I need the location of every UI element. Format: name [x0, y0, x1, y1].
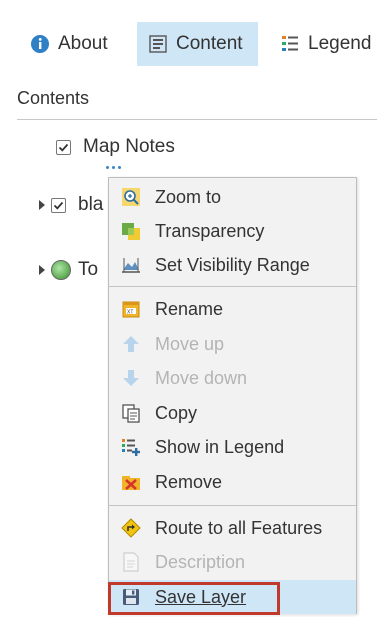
layer-label: bla — [78, 194, 104, 215]
arrow-down-icon — [121, 368, 141, 388]
menu-item-label: Rename — [155, 298, 224, 319]
menu-item-label: Route to all Features — [155, 517, 323, 538]
transparency-icon — [121, 221, 141, 241]
legend-icon — [280, 34, 300, 54]
menu-item-label: Move down — [155, 367, 248, 388]
svg-text:XT: XT — [127, 310, 133, 316]
contents-heading: Contents — [17, 88, 90, 108]
info-icon — [30, 34, 50, 54]
menu-item-label: Show in Legend — [155, 436, 285, 457]
menu-item-move-up[interactable]: Move up — [109, 327, 356, 361]
menu-item-show-in-legend[interactable]: Show in Legend — [109, 430, 356, 464]
tab-content[interactable]: Content — [137, 22, 258, 66]
layer-context-menu: Zoom to Transparency Set Visibility Rang… — [108, 177, 357, 614]
globe-icon — [51, 260, 71, 280]
menu-item-label: Set Visibility Range — [155, 254, 310, 275]
layer-checkbox[interactable] — [56, 139, 71, 155]
menu-separator — [109, 505, 356, 506]
more-options-icon[interactable] — [106, 166, 121, 169]
menu-separator — [109, 286, 356, 287]
tab-legend[interactable]: Legend — [280, 22, 371, 66]
menu-item-route-to-all-features[interactable]: Route to all Features — [109, 511, 356, 545]
copy-icon — [121, 403, 141, 423]
menu-item-label: Transparency — [155, 220, 265, 241]
expand-chevron-icon[interactable] — [39, 265, 45, 275]
menu-item-zoom-to[interactable]: Zoom to — [109, 180, 356, 214]
menu-item-remove[interactable]: Remove — [109, 465, 356, 499]
menu-item-label: Remove — [155, 471, 223, 492]
menu-item-transparency[interactable]: Transparency — [109, 214, 356, 248]
menu-item-label: Description — [155, 551, 246, 572]
menu-item-move-down[interactable]: Move down — [109, 361, 356, 395]
visibility-range-icon — [121, 255, 141, 275]
layer-topo[interactable]: To — [39, 257, 98, 283]
tab-about[interactable]: About — [30, 22, 108, 66]
menu-item-description[interactable]: Description — [109, 545, 356, 579]
divider — [17, 119, 377, 120]
menu-item-copy[interactable]: Copy — [109, 396, 356, 430]
tab-legend-label: Legend — [308, 33, 372, 54]
layer-map-notes[interactable]: Map Notes — [56, 134, 175, 160]
menu-item-label: Move up — [155, 333, 225, 354]
layer-basemap-group[interactable]: bla — [39, 192, 103, 218]
show-in-legend-icon — [121, 437, 141, 457]
rename-icon: XT — [121, 299, 141, 319]
zoom-to-icon — [121, 187, 141, 207]
description-icon — [121, 552, 141, 572]
menu-item-label: Save Layer — [155, 586, 247, 607]
tab-content-label: Content — [176, 33, 243, 54]
layer-checkbox[interactable] — [51, 197, 66, 213]
save-icon — [121, 587, 141, 607]
tab-about-label: About — [58, 33, 108, 54]
menu-item-rename[interactable]: XT Rename — [109, 292, 356, 326]
arrow-up-icon — [121, 334, 141, 354]
menu-item-label: Zoom to — [155, 186, 222, 207]
layer-label: Map Notes — [83, 136, 175, 157]
content-icon — [148, 34, 168, 54]
menu-item-set-visibility-range[interactable]: Set Visibility Range — [109, 248, 356, 282]
expand-chevron-icon[interactable] — [39, 200, 45, 210]
tab-bar: About Content Legend — [0, 22, 385, 66]
menu-item-save-layer[interactable]: Save Layer — [109, 580, 356, 614]
route-icon — [121, 518, 141, 538]
menu-item-label: Copy — [155, 402, 198, 423]
layer-label: To — [78, 259, 99, 280]
remove-icon — [121, 472, 141, 492]
